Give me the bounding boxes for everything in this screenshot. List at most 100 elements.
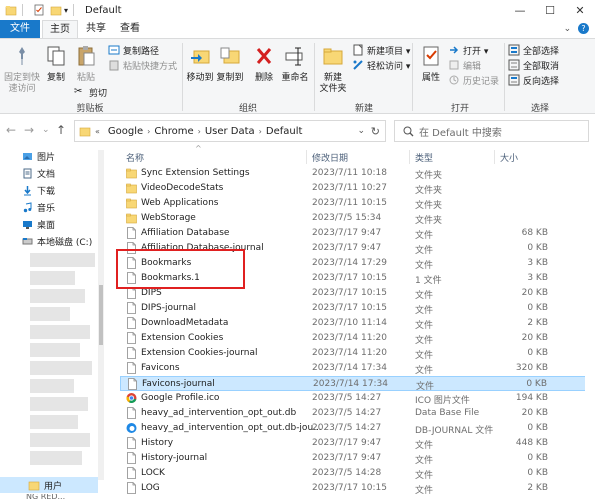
- back-arrow-icon[interactable]: ←: [6, 123, 16, 137]
- file-row[interactable]: heavy_ad_intervention_opt_out.db-jou... 2…: [120, 421, 590, 436]
- obscured-folder-item[interactable]: [30, 379, 74, 393]
- obscured-folder-item[interactable]: [30, 253, 95, 267]
- maximize-button[interactable]: ☐: [535, 0, 565, 20]
- tab-view[interactable]: 查看: [114, 20, 146, 38]
- breadcrumb-google[interactable]: Google: [108, 126, 143, 137]
- chrome-icon: [126, 392, 137, 404]
- obscured-folder-item[interactable]: [30, 361, 92, 375]
- help-icon[interactable]: ?: [578, 23, 589, 34]
- cut-button[interactable]: ✂ 剪切: [74, 85, 107, 99]
- file-row[interactable]: VideoDecodeStats 2023/7/11 10:27 文件夹: [120, 181, 590, 196]
- file-row[interactable]: History 2023/7/17 9:47 文件 448 KB: [120, 436, 590, 451]
- file-row[interactable]: History-journal 2023/7/17 9:47 文件 0 KB: [120, 451, 590, 466]
- sidebar-item-pictures[interactable]: 图片: [22, 149, 55, 163]
- chevron-right-icon[interactable]: ›: [147, 127, 150, 136]
- file-row[interactable]: WebStorage 2023/7/5 15:34 文件夹: [120, 211, 590, 226]
- file-row[interactable]: Favicons 2023/7/14 17:34 文件 320 KB: [120, 361, 590, 376]
- obscured-folder-item[interactable]: [30, 271, 75, 285]
- new-item-icon: [353, 44, 363, 56]
- new-folder-button[interactable]: 新建 文件夹: [318, 45, 348, 95]
- column-header-name[interactable]: 名称: [126, 151, 144, 164]
- navigation-pane-scrollbar[interactable]: [98, 150, 104, 480]
- file-row[interactable]: Web Applications 2023/7/11 10:15 文件夹: [120, 196, 590, 211]
- select-none-button[interactable]: 全部取消: [508, 58, 559, 72]
- obscured-folder-item[interactable]: [30, 289, 85, 303]
- minimize-button[interactable]: —: [505, 0, 535, 20]
- scrollbar-thumb[interactable]: [99, 285, 103, 345]
- edit-button[interactable]: 编辑: [448, 58, 481, 72]
- copy-path-button[interactable]: 复制路径: [108, 43, 159, 57]
- column-header-size[interactable]: 大小: [500, 151, 518, 164]
- column-header-date[interactable]: 修改日期: [312, 151, 348, 164]
- paste-shortcut-button[interactable]: 粘贴快捷方式: [108, 58, 177, 72]
- quick-access-dropdown-icon[interactable]: ▾: [64, 6, 68, 15]
- address-dropdown-icon[interactable]: ⌄: [357, 126, 365, 136]
- sidebar-item-documents[interactable]: 文档: [22, 166, 55, 180]
- up-arrow-icon[interactable]: ↑: [56, 123, 66, 137]
- column-header-type[interactable]: 类型: [415, 151, 433, 164]
- rename-button[interactable]: 重命名: [280, 45, 310, 84]
- file-row[interactable]: LOCK 2023/7/5 14:28 文件 0 KB: [120, 466, 590, 481]
- paste-button[interactable]: 粘贴: [72, 45, 100, 84]
- recent-locations-dropdown-icon[interactable]: ⌄: [42, 125, 50, 135]
- file-name: DIPS-journal: [141, 303, 196, 313]
- obscured-folder-item[interactable]: [30, 433, 90, 447]
- copy-button[interactable]: 复制: [44, 45, 68, 84]
- file-row[interactable]: DownloadMetadata 2023/7/10 11:14 文件 2 KB: [120, 316, 590, 331]
- file-row[interactable]: Extension Cookies-journal 2023/7/14 11:20…: [120, 346, 590, 361]
- delete-button[interactable]: 删除: [252, 45, 276, 84]
- properties-quick-access-icon[interactable]: [33, 4, 45, 16]
- address-bar[interactable]: « Google › Chrome › User Data › Default …: [74, 120, 386, 142]
- close-button[interactable]: ✕: [565, 0, 595, 20]
- breadcrumb-overflow[interactable]: «: [95, 127, 100, 136]
- move-to-button[interactable]: 移动到: [186, 45, 214, 84]
- sidebar-item-users[interactable]: 用户: [0, 477, 98, 493]
- sidebar-item-downloads[interactable]: 下载: [22, 183, 55, 197]
- pin-quick-access-button[interactable]: 固定到快 速访问: [2, 45, 42, 95]
- sidebar-item-music[interactable]: 音乐: [22, 200, 55, 214]
- file-type: 文件: [415, 231, 434, 241]
- breadcrumb-user-data[interactable]: User Data: [205, 126, 255, 137]
- refresh-icon[interactable]: ↻: [371, 125, 380, 138]
- sidebar-item-desktop[interactable]: 桌面: [22, 217, 55, 231]
- file-row[interactable]: Affiliation Database 2023/7/17 9:47 文件 68 K…: [120, 226, 590, 241]
- tab-home[interactable]: 主页: [42, 20, 78, 38]
- file-row[interactable]: Sync Extension Settings 2023/7/11 10:18 文件…: [120, 166, 590, 181]
- obscured-folder-item[interactable]: [30, 397, 88, 411]
- ribbon-expand-icon[interactable]: ⌄ ?: [564, 23, 589, 34]
- file-row[interactable]: LOG 2023/7/17 10:15 文件 2 KB: [120, 481, 590, 496]
- easy-access-button[interactable]: 轻松访问 ▾: [352, 58, 410, 72]
- history-button[interactable]: 历史记录: [448, 73, 499, 87]
- invert-selection-button[interactable]: 反向选择: [508, 73, 559, 87]
- obscured-folder-item[interactable]: [30, 307, 70, 321]
- select-group-label: 选择: [530, 104, 549, 114]
- obscured-folder-item[interactable]: [30, 325, 90, 339]
- new-item-button[interactable]: 新建项目 ▾: [352, 43, 410, 57]
- obscured-folder-item[interactable]: [30, 415, 78, 429]
- select-all-button[interactable]: 全部选择: [508, 43, 559, 57]
- tab-file[interactable]: 文件: [0, 20, 40, 38]
- forward-arrow-icon[interactable]: →: [24, 123, 34, 137]
- file-row[interactable]: Favicons-journal 2023/7/14 17:34 文件 0 KB: [120, 376, 590, 392]
- obscured-folder-item[interactable]: [30, 343, 80, 357]
- breadcrumb-default[interactable]: Default: [266, 126, 303, 137]
- chevron-right-icon[interactable]: ›: [259, 127, 262, 136]
- properties-button[interactable]: 属性: [416, 45, 446, 84]
- file-row[interactable]: DIPS-journal 2023/7/17 10:15 文件 0 KB: [120, 301, 590, 316]
- file-row[interactable]: heavy_ad_intervention_opt_out.db 2023/7/5…: [120, 406, 590, 421]
- file-row[interactable]: Extension Cookies 2023/7/14 11:20 文件 20 KB: [120, 331, 590, 346]
- open-button[interactable]: 打开 ▾: [448, 43, 488, 57]
- file-row[interactable]: Google Profile.ico 2023/7/5 14:27 ICO 图片文件…: [120, 391, 590, 406]
- new-folder-quick-access-icon[interactable]: [50, 4, 62, 16]
- file-name: VideoDecodeStats: [141, 183, 224, 193]
- tab-share[interactable]: 共享: [80, 20, 112, 38]
- file-type: 文件: [415, 291, 434, 301]
- breadcrumb-chrome[interactable]: Chrome: [154, 126, 193, 137]
- sidebar-item-partial[interactable]: NG RED...: [26, 494, 65, 499]
- copy-to-button[interactable]: 复制到: [216, 45, 244, 84]
- file-list-scrollbar[interactable]: [585, 145, 595, 490]
- sidebar-item-local-disk-c[interactable]: 本地磁盘 (C:): [22, 234, 92, 248]
- search-input[interactable]: 在 Default 中搜索: [394, 120, 589, 142]
- obscured-folder-item[interactable]: [30, 451, 82, 465]
- chevron-right-icon[interactable]: ›: [198, 127, 201, 136]
